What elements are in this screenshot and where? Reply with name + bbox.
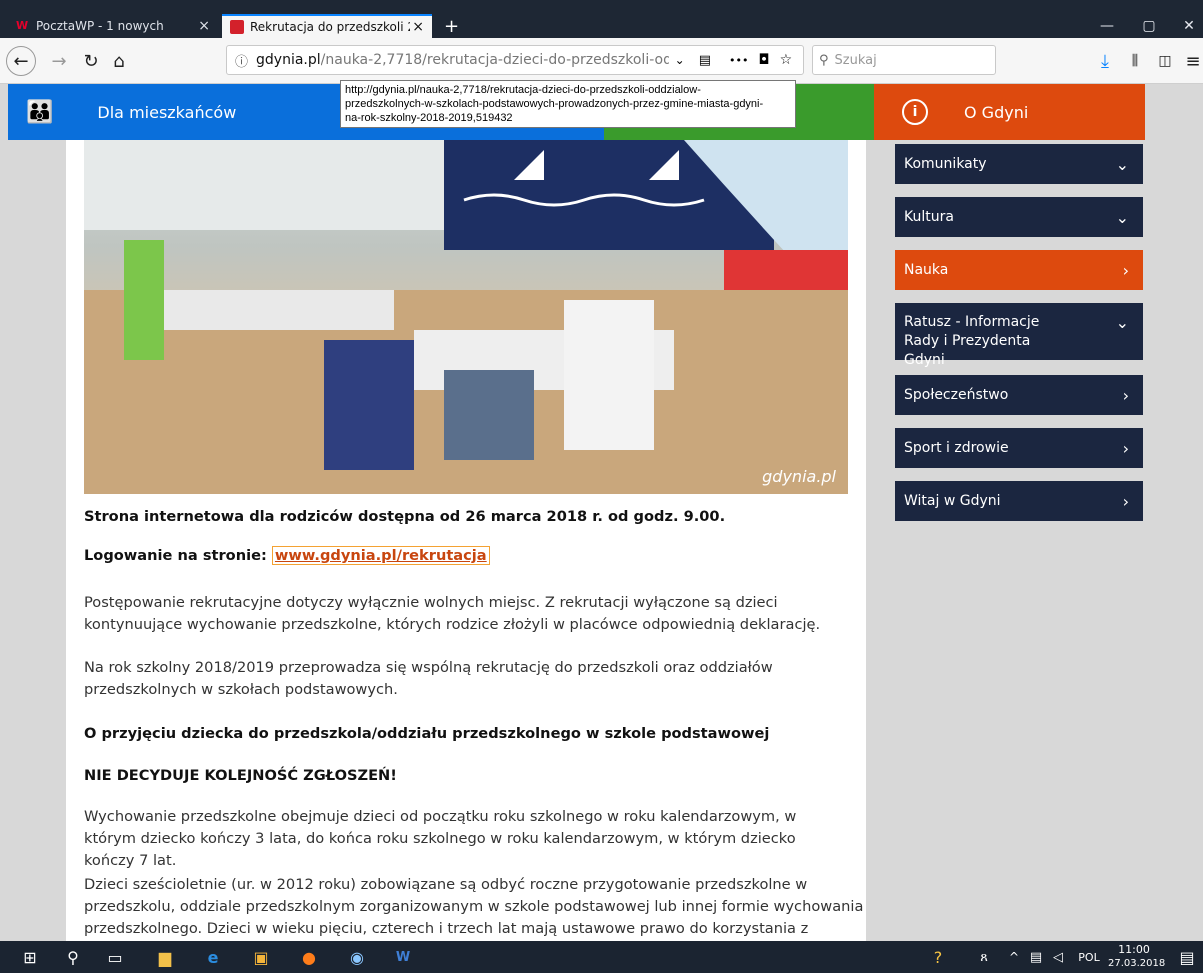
sidebar-item-label: Społeczeństwo xyxy=(904,387,1009,403)
recruitment-link[interactable]: www.gdynia.pl/rekrutacja xyxy=(271,546,490,565)
paragraph-preschool-age: Wychowanie przedszkolne obejmuje dzieci … xyxy=(84,808,797,869)
photo-watermark: gdynia.pl xyxy=(762,467,836,486)
header-about-label: O Gdyni xyxy=(964,102,1029,122)
paragraph-school-year: Na rok szkolny 2018/2019 przeprowadza si… xyxy=(84,659,773,698)
library-icon[interactable]: ⫼ xyxy=(1120,46,1150,76)
sidebar-item-nauka[interactable]: Nauka › xyxy=(895,250,1143,290)
info-icon[interactable]: ⓘ xyxy=(235,51,248,70)
clock[interactable]: 11:00 27.03.2018 xyxy=(1108,943,1166,971)
login-line: Logowanie na stronie: www.gdynia.pl/rekr… xyxy=(84,545,864,567)
header-about-gdynia[interactable]: i O Gdyni xyxy=(874,84,1145,140)
download-icon[interactable]: ⤓ xyxy=(1090,46,1120,76)
gdynia-crest-icon xyxy=(230,20,244,34)
home-icon[interactable]: ⌂ xyxy=(104,46,134,76)
info-circle-icon: i xyxy=(902,99,928,125)
task-view-icon[interactable]: ▭ xyxy=(100,941,130,973)
back-icon[interactable]: ← xyxy=(6,46,36,76)
page-actions-icon[interactable]: ••• xyxy=(729,54,748,67)
clock-date: 27.03.2018 xyxy=(1108,958,1166,969)
store-icon[interactable]: ▣ xyxy=(246,941,276,973)
tab-pocztawp[interactable]: W PocztaWP - 1 nowych × xyxy=(8,14,218,38)
tab-rekrutacja[interactable]: Rekrutacja do przedszkoli 2018/ × xyxy=(222,14,432,38)
tab-title: Rekrutacja do przedszkoli 2018/ xyxy=(250,20,410,34)
sidebar-item-spoleczenstwo[interactable]: Społeczeństwo › xyxy=(895,375,1143,415)
header-residents[interactable]: 👪 Dla mieszkańców xyxy=(8,84,338,140)
menu-icon[interactable]: ≡ xyxy=(1178,46,1203,76)
chevron-right-icon: › xyxy=(1122,438,1129,458)
language-indicator[interactable]: POL xyxy=(1072,941,1106,973)
dropdown-icon[interactable]: ⌄ xyxy=(675,53,685,67)
chevron-up-icon[interactable]: ^ xyxy=(1004,941,1024,973)
availability-notice: Strona internetowa dla rodziców dostępna… xyxy=(84,508,726,525)
chevron-down-icon: ⌄ xyxy=(1115,207,1129,227)
pocket-icon[interactable]: ◘ xyxy=(758,52,769,68)
new-tab-button[interactable]: + xyxy=(436,14,466,38)
sidebar-item-label: Witaj w Gdyni xyxy=(904,493,1001,509)
reload-icon[interactable]: ↻ xyxy=(76,46,106,76)
sidebar-item-witaj[interactable]: Witaj w Gdyni › xyxy=(895,481,1143,521)
minimize-icon[interactable]: — xyxy=(1088,14,1126,38)
paragraph-six-year-olds: Dzieci sześcioletnie (ur. w 2012 roku) z… xyxy=(84,876,864,937)
url-path: /nauka-2,7718/rekrutacja-dzieci-do-przed… xyxy=(320,52,669,68)
search-field[interactable]: ⚲ Szukaj xyxy=(812,45,996,75)
heading-admission: O przyjęciu dziecka do przedszkola/oddzi… xyxy=(84,725,770,742)
url-tooltip: http://gdynia.pl/nauka-2,7718/rekrutacja… xyxy=(340,80,796,128)
url-domain: gdynia.pl xyxy=(256,52,321,68)
volume-icon[interactable]: ◁ xyxy=(1048,941,1068,973)
photo-illustration xyxy=(84,140,848,494)
chevron-right-icon: › xyxy=(1122,260,1129,280)
sidebar-item-label: Ratusz - Informacje Rady i Prezydenta Gd… xyxy=(904,314,1040,368)
people-icon[interactable]: ጸ xyxy=(972,941,996,973)
navigation-toolbar: ← → ↻ ⌂ ⓘ gdynia.pl /nauka-2,7718/rekrut… xyxy=(0,38,1203,84)
sidebar-item-sport[interactable]: Sport i zdrowie › xyxy=(895,428,1143,468)
url-bar[interactable]: ⓘ gdynia.pl /nauka-2,7718/rekrutacja-dzi… xyxy=(226,45,804,75)
people-icon: 👪 xyxy=(26,99,54,125)
sidebar-item-label: Nauka xyxy=(904,262,949,278)
sidebar-item-komunikaty[interactable]: Komunikaty ⌄ xyxy=(895,144,1143,184)
browser-titlebar: W PocztaWP - 1 nowych × Rekrutacja do pr… xyxy=(0,0,1203,38)
chevron-down-icon: ⌄ xyxy=(1115,313,1129,332)
file-explorer-icon[interactable]: ▆ xyxy=(150,941,180,973)
clock-time: 11:00 xyxy=(1118,943,1150,956)
bookmark-star-icon[interactable]: ☆ xyxy=(780,52,793,68)
search-icon: ⚲ xyxy=(819,52,829,68)
sidebar-item-label: Sport i zdrowie xyxy=(904,440,1009,456)
sidebar-item-ratusz[interactable]: Ratusz - Informacje Rady i Prezydenta Gd… xyxy=(895,303,1143,368)
header-residents-label: Dla mieszkańców xyxy=(97,102,237,122)
reader-view-icon[interactable]: ▤ xyxy=(699,53,711,68)
notifications-icon[interactable]: ▤ xyxy=(1172,941,1202,973)
chevron-down-icon: ⌄ xyxy=(1115,154,1129,174)
thunderbird-icon[interactable]: ◉ xyxy=(342,941,372,973)
sidebar-item-label: Komunikaty xyxy=(904,156,987,172)
chevron-right-icon: › xyxy=(1122,385,1129,405)
wp-logo-icon: W xyxy=(16,19,29,32)
close-tab-icon[interactable]: × xyxy=(198,18,210,34)
sidebar-item-label: Kultura xyxy=(904,209,954,225)
windows-start-icon[interactable]: ⊞ xyxy=(12,941,48,973)
search-placeholder: Szukaj xyxy=(834,52,877,68)
network-icon[interactable]: ▤ xyxy=(1026,941,1046,973)
help-icon[interactable]: ? xyxy=(926,941,950,973)
restore-icon[interactable]: ▢ xyxy=(1130,14,1168,38)
login-label: Logowanie na stronie: xyxy=(84,547,272,564)
heading-order-notice: NIE DECYDUJE KOLEJNOŚĆ ZGŁOSZEŃ! xyxy=(84,767,397,784)
search-icon[interactable]: ⚲ xyxy=(58,941,88,973)
firefox-icon[interactable]: ● xyxy=(294,941,324,973)
chevron-right-icon: › xyxy=(1122,491,1129,511)
tab-title: PocztaWP - 1 nowych xyxy=(36,19,164,33)
kindergarten-photo: gdynia.pl xyxy=(84,140,848,494)
close-tab-icon[interactable]: × xyxy=(412,19,424,35)
forward-icon[interactable]: → xyxy=(44,46,74,76)
sidebar-toggle-icon[interactable]: ◫ xyxy=(1150,46,1180,76)
article-content: gdynia.pl Strona internetowa dla rodzicó… xyxy=(66,140,866,941)
paragraph-free-places: Postępowanie rekrutacyjne dotyczy wyłącz… xyxy=(84,594,821,633)
word-icon[interactable]: W xyxy=(388,941,418,973)
windows-taskbar: ⊞ ⚲ ▭ ▆ e ▣ ● ◉ W ? ጸ ^ ▤ ◁ POL 11:00 27… xyxy=(0,941,1203,973)
close-window-icon[interactable]: ✕ xyxy=(1170,14,1203,38)
sidebar-item-kultura[interactable]: Kultura ⌄ xyxy=(895,197,1143,237)
edge-icon[interactable]: e xyxy=(198,941,228,973)
